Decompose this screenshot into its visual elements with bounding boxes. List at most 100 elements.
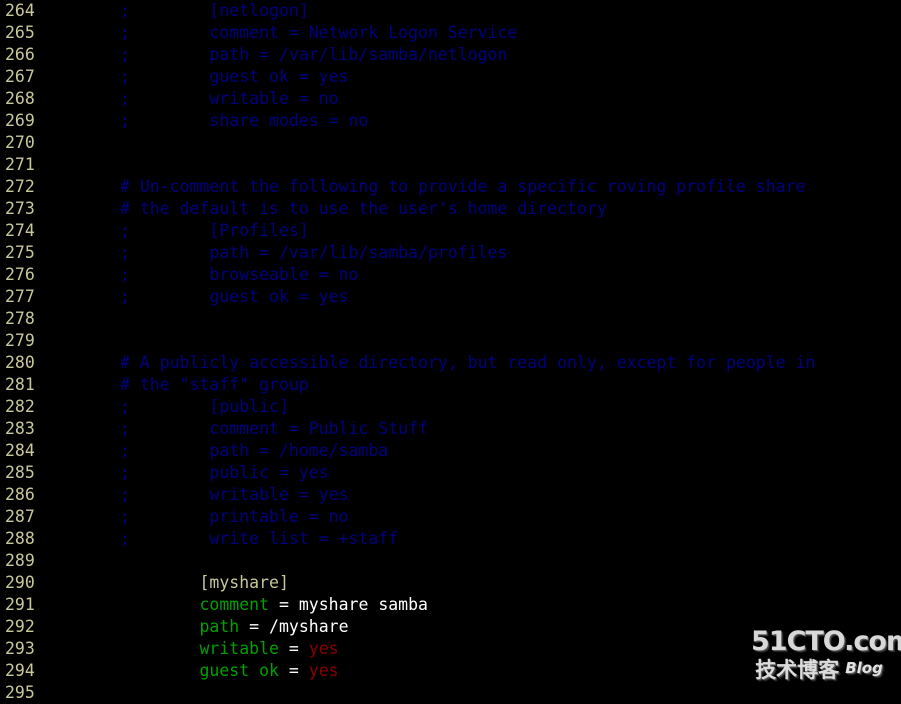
line-number: 290 [5,573,35,592]
code-line[interactable]: 272 # Un-comment the following to provide… [0,176,901,198]
line-number: 295 [5,683,35,702]
code-token: path [199,617,240,636]
code-line[interactable]: 293 writable = yes [0,638,901,660]
line-content[interactable]: ; [netlogon] [120,0,901,22]
code-line[interactable]: 284 ; path = /home/samba [0,440,901,462]
code-token: = [239,617,270,636]
line-content[interactable]: ; writable = yes [120,484,901,506]
code-token: ; [120,287,130,306]
code-lines-container[interactable]: 264; [netlogon] 265; comment = Network Lo… [0,0,901,704]
code-token: write list = +staff [129,529,399,548]
line-content[interactable]: ; writable = no [120,88,901,110]
code-line[interactable]: 288; write list = +staff [0,528,901,550]
line-content[interactable]: ; guest ok = yes [120,286,901,308]
code-line[interactable]: 265 ; comment = Network Logon Service [0,22,901,44]
code-line[interactable]: 268 ; writable = no [0,88,901,110]
code-line[interactable]: 291 comment = myshare samba [0,594,901,616]
code-token: path = /var/lib/samba/profiles [129,243,508,262]
line-content[interactable]: ; comment = Network Logon Service [120,22,901,44]
code-line[interactable]: 276; browseable = no [0,264,901,286]
line-content[interactable]: writable = yes [120,638,901,660]
line-content[interactable]: ; printable = no [120,506,901,528]
line-number: 270 [5,133,35,152]
code-line[interactable]: 278 [0,308,901,330]
code-line[interactable]: 294 guest ok = yes [0,660,901,682]
line-content[interactable]: # A publicly accessible directory, but r… [120,352,901,374]
line-content[interactable]: ; [Profiles] [120,220,901,242]
code-token: writable = no [129,89,339,108]
line-number: 294 [5,661,35,680]
code-line[interactable]: 292 path = /myshare [0,616,901,638]
line-content[interactable]: ; path = /var/lib/samba/profiles [120,242,901,264]
code-token: ; [120,67,130,86]
code-line[interactable]: 290 [myshare] [0,572,901,594]
code-line[interactable]: 282 ; [public] [0,396,901,418]
code-token: share modes = no [129,111,369,130]
code-token: printable = no [129,507,349,526]
code-line[interactable]: 264 ; [netlogon] [0,0,901,22]
code-token: browseable = no [129,265,359,284]
code-line[interactable]: 287 ; printable = no [0,506,901,528]
line-number: 274 [5,221,35,240]
text-editor-viewport[interactable]: 264; [netlogon] 265; comment = Network Lo… [0,0,901,702]
code-line[interactable]: 280 # A publicly accessible directory, bu… [0,352,901,374]
line-content[interactable]: ; share modes = no [120,110,901,132]
code-line[interactable]: 286; writable = yes [0,484,901,506]
code-line[interactable]: 270 [0,132,901,154]
code-token: = [278,639,309,658]
code-line[interactable]: 267; guest ok = yes [0,66,901,88]
line-content[interactable]: path = /myshare [120,616,901,638]
code-line[interactable]: 277; guest ok = yes [0,286,901,308]
line-content[interactable]: ; browseable = no [120,264,901,286]
code-token: myshare samba [298,595,428,614]
line-number: 268 [5,89,35,108]
line-content[interactable]: ; path = /home/samba [120,440,901,462]
code-token: writable = yes [129,485,349,504]
code-line[interactable]: 269; share modes = no [0,110,901,132]
line-content[interactable]: ; comment = Public Stuff [120,418,901,440]
code-token: guest ok [199,661,279,680]
code-line[interactable]: 281 # the "staff" group [0,374,901,396]
code-line[interactable]: 279 [0,330,901,352]
line-content[interactable]: # Un-comment the following to provide a … [120,176,901,198]
code-line[interactable]: 275; path = /var/lib/samba/profiles [0,242,901,264]
code-line[interactable]: 273 # the default is to use the user's ho… [0,198,901,220]
line-number: 291 [5,595,35,614]
code-token: [myshare] [199,573,289,592]
code-line[interactable]: 274 ; [Profiles] [0,220,901,242]
line-content[interactable]: # the default is to use the user's home … [120,198,901,220]
code-token: [Profiles] [129,221,309,240]
line-content[interactable]: comment = myshare samba [120,594,901,616]
line-number: 264 [5,1,35,20]
code-token: # A publicly accessible directory, but r… [120,353,816,372]
line-content[interactable]: ; [public] [120,396,901,418]
line-number: 289 [5,551,35,570]
line-content[interactable]: guest ok = yes [120,660,901,682]
line-content[interactable]: [myshare] [120,572,901,594]
line-content[interactable]: # the "staff" group [120,374,901,396]
line-content[interactable]: ; path = /var/lib/samba/netlogon [120,44,901,66]
code-token: yes [308,661,339,680]
code-line[interactable]: 289 [0,550,901,572]
line-content[interactable]: ; guest ok = yes [120,66,901,88]
code-token: ; [120,23,130,42]
code-token: [netlogon] [129,1,309,20]
code-token: yes [308,639,339,658]
line-number: 287 [5,507,35,526]
line-content[interactable]: ; public = yes [120,462,901,484]
code-token: comment [199,595,270,614]
code-token: ; [120,419,130,438]
line-number: 265 [5,23,35,42]
line-number: 285 [5,463,35,482]
line-number: 282 [5,397,35,416]
code-line[interactable]: 283; comment = Public Stuff [0,418,901,440]
line-content[interactable]: ; write list = +staff [120,528,901,550]
code-line[interactable]: 266; path = /var/lib/samba/netlogon [0,44,901,66]
code-token: ; [120,45,130,64]
line-number: 284 [5,441,35,460]
code-line[interactable]: 295 [0,682,901,704]
code-token: writable [199,639,279,658]
code-line[interactable]: 271 [0,154,901,176]
code-line[interactable]: 285 ; public = yes [0,462,901,484]
